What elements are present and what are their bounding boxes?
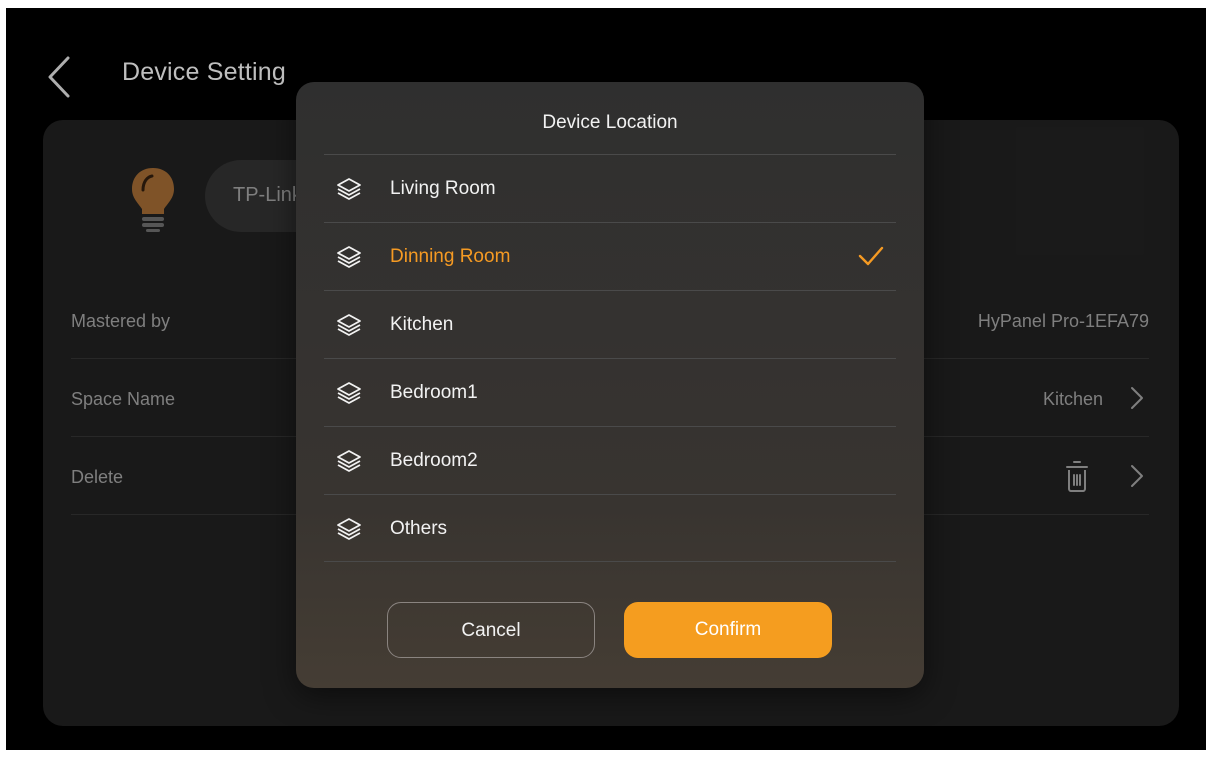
location-label: Living Room (390, 178, 496, 199)
location-item-living-room[interactable]: Living Room (324, 154, 896, 222)
layers-icon (337, 178, 361, 200)
location-item-dinning-room[interactable]: Dinning Room (324, 222, 896, 290)
location-item-bedroom2[interactable]: Bedroom2 (324, 426, 896, 494)
layers-icon (337, 246, 361, 268)
cancel-button[interactable]: Cancel (387, 602, 595, 658)
location-label: Bedroom1 (390, 382, 478, 403)
location-list: Living Room Dinning Room Kitchen Bedroom… (324, 154, 896, 562)
location-label: Bedroom2 (390, 450, 478, 471)
layers-icon (337, 382, 361, 404)
confirm-button[interactable]: Confirm (624, 602, 832, 658)
location-label: Dinning Room (390, 246, 511, 267)
device-setting-screen: Device Setting TP-Link Mastered by HyPan… (6, 8, 1206, 750)
checkmark-icon (858, 246, 884, 266)
layers-icon (337, 518, 361, 540)
location-label: Others (390, 518, 448, 539)
layers-icon (337, 314, 361, 336)
device-location-dialog: Device Location Living Room Dinning Room (296, 82, 924, 688)
location-item-kitchen[interactable]: Kitchen (324, 290, 896, 358)
dialog-title: Device Location (542, 112, 678, 133)
location-label: Kitchen (390, 314, 454, 335)
layers-icon (337, 450, 361, 472)
location-item-others[interactable]: Others (324, 494, 896, 562)
location-item-bedroom1[interactable]: Bedroom1 (324, 358, 896, 426)
